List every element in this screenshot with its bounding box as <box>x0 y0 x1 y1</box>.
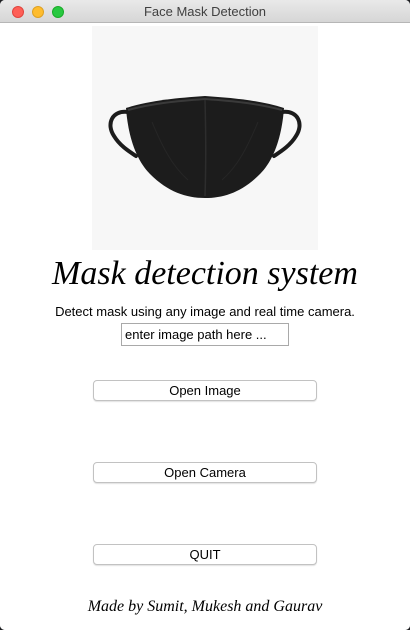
open-camera-button[interactable]: Open Camera <box>93 462 317 483</box>
subtitle-text: Detect mask using any image and real tim… <box>55 304 355 319</box>
main-content: Mask detection system Detect mask using … <box>0 23 410 630</box>
title-bar[interactable]: Face Mask Detection <box>0 0 410 23</box>
face-mask-icon <box>108 96 302 198</box>
quit-button[interactable]: QUIT <box>93 544 317 565</box>
image-path-input[interactable] <box>121 323 289 346</box>
open-image-button[interactable]: Open Image <box>93 380 317 401</box>
app-window: Face Mask Detection Mask detection syste… <box>0 0 410 630</box>
page-title: Mask detection system <box>52 255 358 292</box>
face-mask-image <box>92 26 318 250</box>
credits-text: Made by Sumit, Mukesh and Gaurav <box>87 598 323 615</box>
window-title: Face Mask Detection <box>143 4 267 19</box>
